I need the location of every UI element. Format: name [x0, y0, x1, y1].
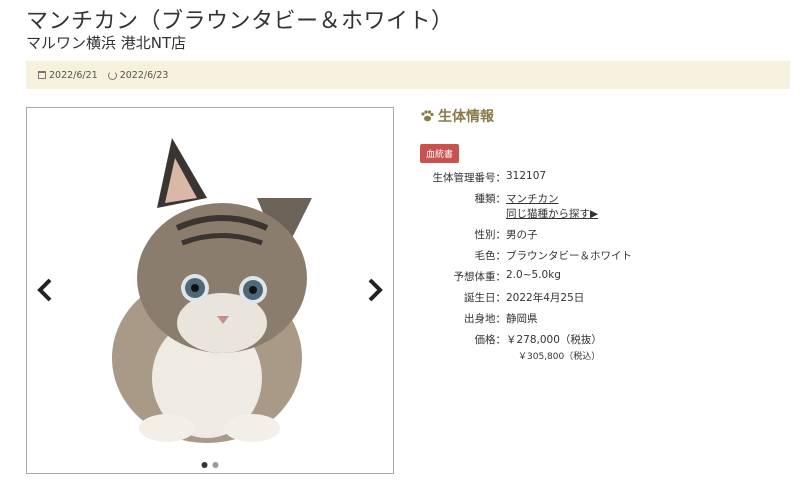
weight-value: 2.0~5.0kg — [506, 269, 561, 281]
breed-label: 種類： — [474, 193, 507, 205]
store-name: マルワン横浜 港北NT店 — [26, 34, 187, 52]
posted-date: 2022/6/21 — [38, 70, 98, 81]
refresh-icon — [107, 70, 117, 80]
calendar-icon — [38, 71, 46, 79]
page-title: マンチカン（ブラウンタビー＆ホワイト） — [26, 9, 454, 34]
kitten-photo — [112, 138, 312, 443]
same-breed-search-link[interactable]: 同じ猫種から探す▶ — [506, 206, 598, 221]
id-label: 生体管理番号： — [432, 172, 507, 184]
sex-value: 男の子 — [506, 229, 538, 241]
id-value: 312107 — [506, 170, 547, 182]
birthday-value: 2022年4月25日 — [506, 292, 585, 304]
breed-value: マンチカン 同じ猫種から探す▶ — [506, 191, 598, 221]
sex-label: 性別： — [474, 229, 507, 241]
origin-label: 出身地： — [464, 313, 506, 325]
color-label: 毛色： — [474, 250, 507, 262]
carousel-dot-1[interactable] — [201, 462, 208, 468]
color-value: ブラウンタビー＆ホワイト — [506, 250, 632, 262]
price-label: 価格： — [474, 334, 507, 346]
section-title: 生体情報 — [438, 109, 494, 125]
birthday-label: 誕生日： — [464, 292, 506, 304]
animal-info-section: 生体情報 血統書 — [420, 106, 800, 163]
photo-carousel[interactable] — [26, 107, 394, 474]
price-incl-tax: ￥305,800（税込） — [518, 352, 601, 362]
carousel-prev-button[interactable] — [33, 278, 57, 302]
paw-icon — [421, 110, 434, 122]
price-value: ￥278,000（税抜） ￥305,800（税込） — [506, 332, 602, 362]
price-excl-tax: ￥278,000（税抜） — [506, 334, 602, 346]
breed-link[interactable]: マンチカン — [506, 191, 598, 206]
updated-date: 2022/6/23 — [107, 69, 169, 81]
carousel-next-button[interactable] — [363, 278, 387, 302]
pedigree-badge: 血統書 — [420, 144, 460, 163]
weight-label: 予想体重： — [453, 271, 507, 283]
carousel-dots — [201, 462, 219, 468]
date-bar: 2022/6/21 2022/6/23 — [26, 61, 790, 89]
origin-value: 静岡県 — [506, 313, 538, 325]
section-heading: 生体情報 — [420, 106, 800, 126]
posted-date-text: 2022/6/21 — [49, 69, 98, 81]
carousel-dot-2[interactable] — [212, 462, 219, 468]
updated-date-text: 2022/6/23 — [119, 69, 169, 81]
